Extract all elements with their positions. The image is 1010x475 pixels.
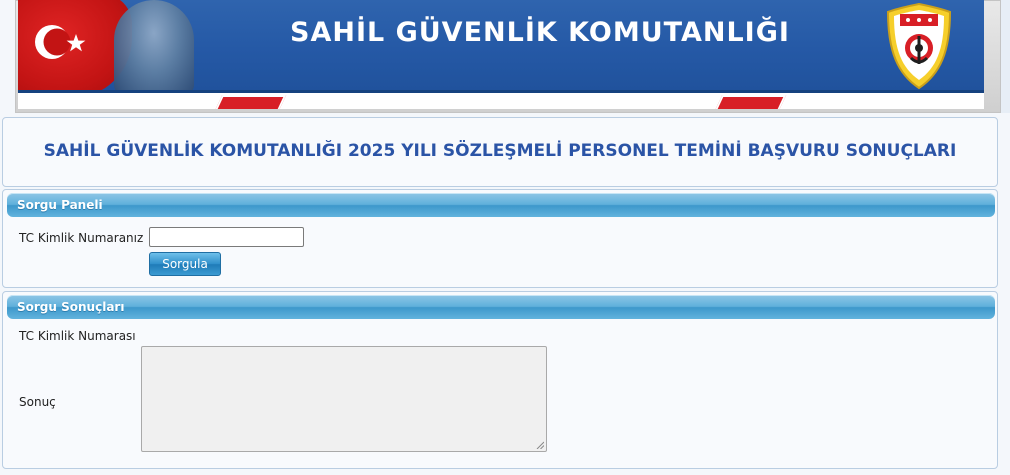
title-panel: SAHİL GÜVENLİK KOMUTANLIĞI 2025 YILI SÖZ…: [2, 117, 998, 187]
page-title: SAHİL GÜVENLİK KOMUTANLIĞI 2025 YILI SÖZ…: [43, 141, 957, 161]
tc-number-input[interactable]: [149, 227, 304, 247]
tc-number-label: TC Kimlik Numaranız: [19, 231, 144, 245]
portrait-image: [114, 0, 194, 95]
coast-guard-emblem-icon: [884, 2, 954, 90]
result-tc-number-label: TC Kimlik Numarası: [19, 329, 136, 343]
banner-decoration: [713, 95, 787, 109]
header-banner: SAHİL GÜVENLİK KOMUTANLIĞI: [18, 0, 984, 109]
page-edge: [1001, 0, 1010, 113]
query-button[interactable]: Sorgula: [149, 252, 221, 276]
query-panel-header: Sorgu Paneli: [7, 193, 995, 217]
resize-grip-icon[interactable]: [536, 441, 544, 449]
banner-stripe: [18, 93, 984, 109]
results-panel-title: Sorgu Sonuçları: [17, 300, 125, 314]
result-label: Sonuç: [19, 395, 56, 409]
query-panel-title: Sorgu Paneli: [17, 198, 103, 212]
results-panel: Sorgu Sonuçları TC Kimlik Numarası Sonuç: [2, 291, 998, 469]
banner-decoration: [213, 95, 287, 109]
results-panel-header: Sorgu Sonuçları: [7, 295, 995, 319]
banner-title: SAHİL GÜVENLİK KOMUTANLIĞI: [290, 17, 790, 48]
query-panel: Sorgu Paneli TC Kimlik Numaranız Sorgula: [2, 189, 998, 288]
result-textarea[interactable]: [141, 346, 547, 452]
